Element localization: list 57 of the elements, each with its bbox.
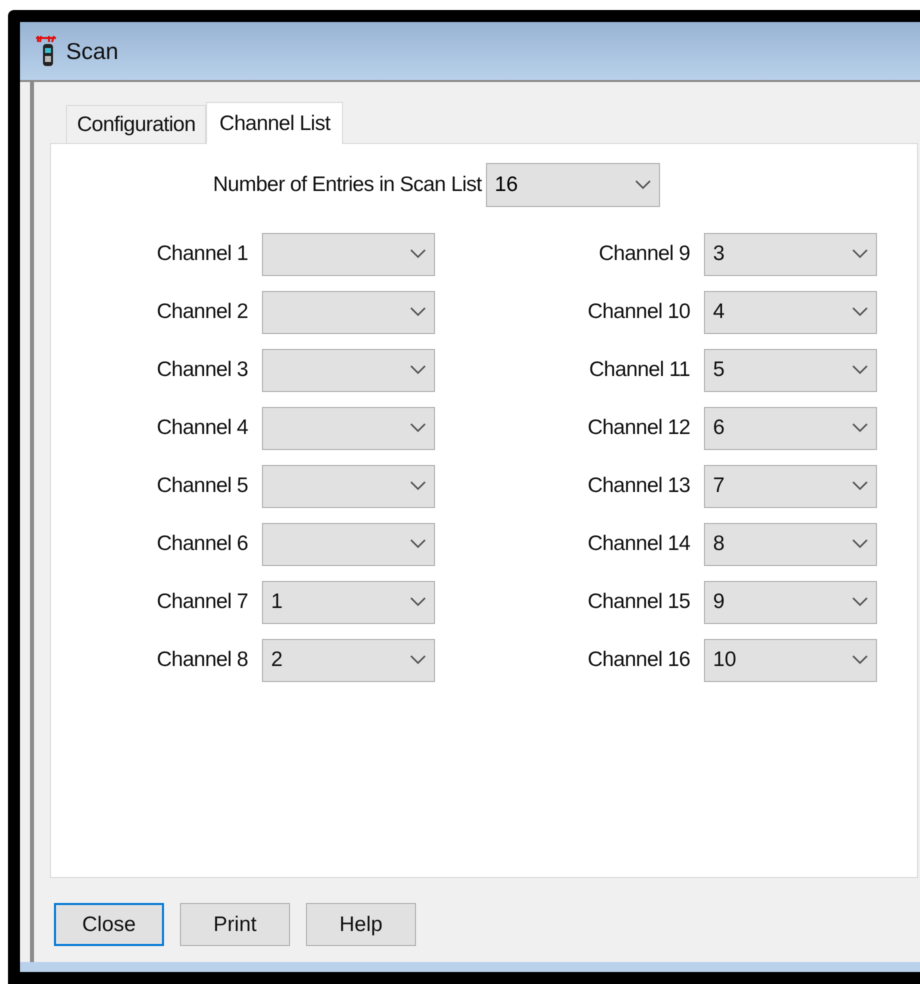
dialog-button[interactable]: Close — [54, 903, 164, 946]
channel-dropdown[interactable] — [262, 522, 435, 566]
channel-label: Channel 1 — [156, 241, 248, 268]
channel-label: Channel 9 — [598, 241, 690, 268]
chevron-down-icon — [852, 539, 868, 549]
channel-dropdown[interactable] — [262, 348, 435, 392]
channel-dropdown[interactable] — [262, 464, 435, 508]
channel-dropdown[interactable]: 9 — [704, 580, 877, 624]
chevron-down-icon — [852, 249, 868, 259]
channel-dropdown[interactable]: 3 — [704, 232, 877, 276]
channel-dropdown[interactable]: 8 — [704, 522, 877, 566]
entries-dropdown[interactable]: 16 — [486, 163, 660, 207]
channel-label: Channel 14 — [588, 531, 690, 558]
channel-label: Channel 12 — [588, 415, 690, 442]
channel-label: Channel 16 — [588, 647, 690, 674]
chevron-down-icon — [852, 365, 868, 375]
channel-dropdown[interactable]: 1 — [262, 580, 435, 624]
channel-dropdown[interactable] — [262, 290, 435, 334]
channel-dropdown[interactable]: 2 — [262, 638, 435, 682]
chevron-down-icon — [634, 180, 651, 190]
entries-label: Number of Entries in Scan List — [213, 172, 482, 198]
chevron-down-icon — [852, 481, 868, 491]
chevron-down-icon — [410, 597, 426, 607]
channel-label: Channel 5 — [156, 473, 248, 500]
channel-label: Channel 2 — [156, 299, 248, 326]
channel-dropdown[interactable]: 10 — [704, 638, 877, 682]
channel-label: Channel 3 — [156, 357, 248, 384]
channel-dropdown[interactable]: 7 — [704, 464, 877, 508]
channel-dropdown[interactable] — [262, 406, 435, 450]
dialog-button[interactable]: Print — [180, 903, 290, 946]
channel-label: Channel 13 — [588, 473, 690, 500]
chevron-down-icon — [410, 539, 426, 549]
channel-label: Channel 11 — [589, 357, 690, 384]
tab[interactable]: Configuration — [66, 105, 206, 143]
channel-label: Channel 15 — [588, 589, 690, 616]
window-title: Scan — [66, 36, 118, 66]
channel-dropdown[interactable]: 5 — [704, 348, 877, 392]
channel-label: Channel 7 — [156, 589, 248, 616]
chevron-down-icon — [852, 597, 868, 607]
chevron-down-icon — [410, 481, 426, 491]
chevron-down-icon — [410, 365, 426, 375]
channel-label: Channel 10 — [588, 299, 690, 326]
channel-dropdown[interactable] — [262, 232, 435, 276]
channel-label: Channel 4 — [156, 415, 248, 442]
chevron-down-icon — [410, 423, 426, 433]
chevron-down-icon — [410, 655, 426, 665]
chevron-down-icon — [852, 307, 868, 317]
channel-label: Channel 8 — [156, 647, 248, 674]
chevron-down-icon — [410, 249, 426, 259]
chevron-down-icon — [410, 307, 426, 317]
chevron-down-icon — [852, 423, 868, 433]
channel-dropdown[interactable]: 6 — [704, 406, 877, 450]
chevron-down-icon — [852, 655, 868, 665]
channel-dropdown[interactable]: 4 — [704, 290, 877, 334]
channel-label: Channel 6 — [156, 531, 248, 558]
tab[interactable]: Channel List — [206, 102, 344, 144]
dialog-button[interactable]: Help — [306, 903, 416, 946]
